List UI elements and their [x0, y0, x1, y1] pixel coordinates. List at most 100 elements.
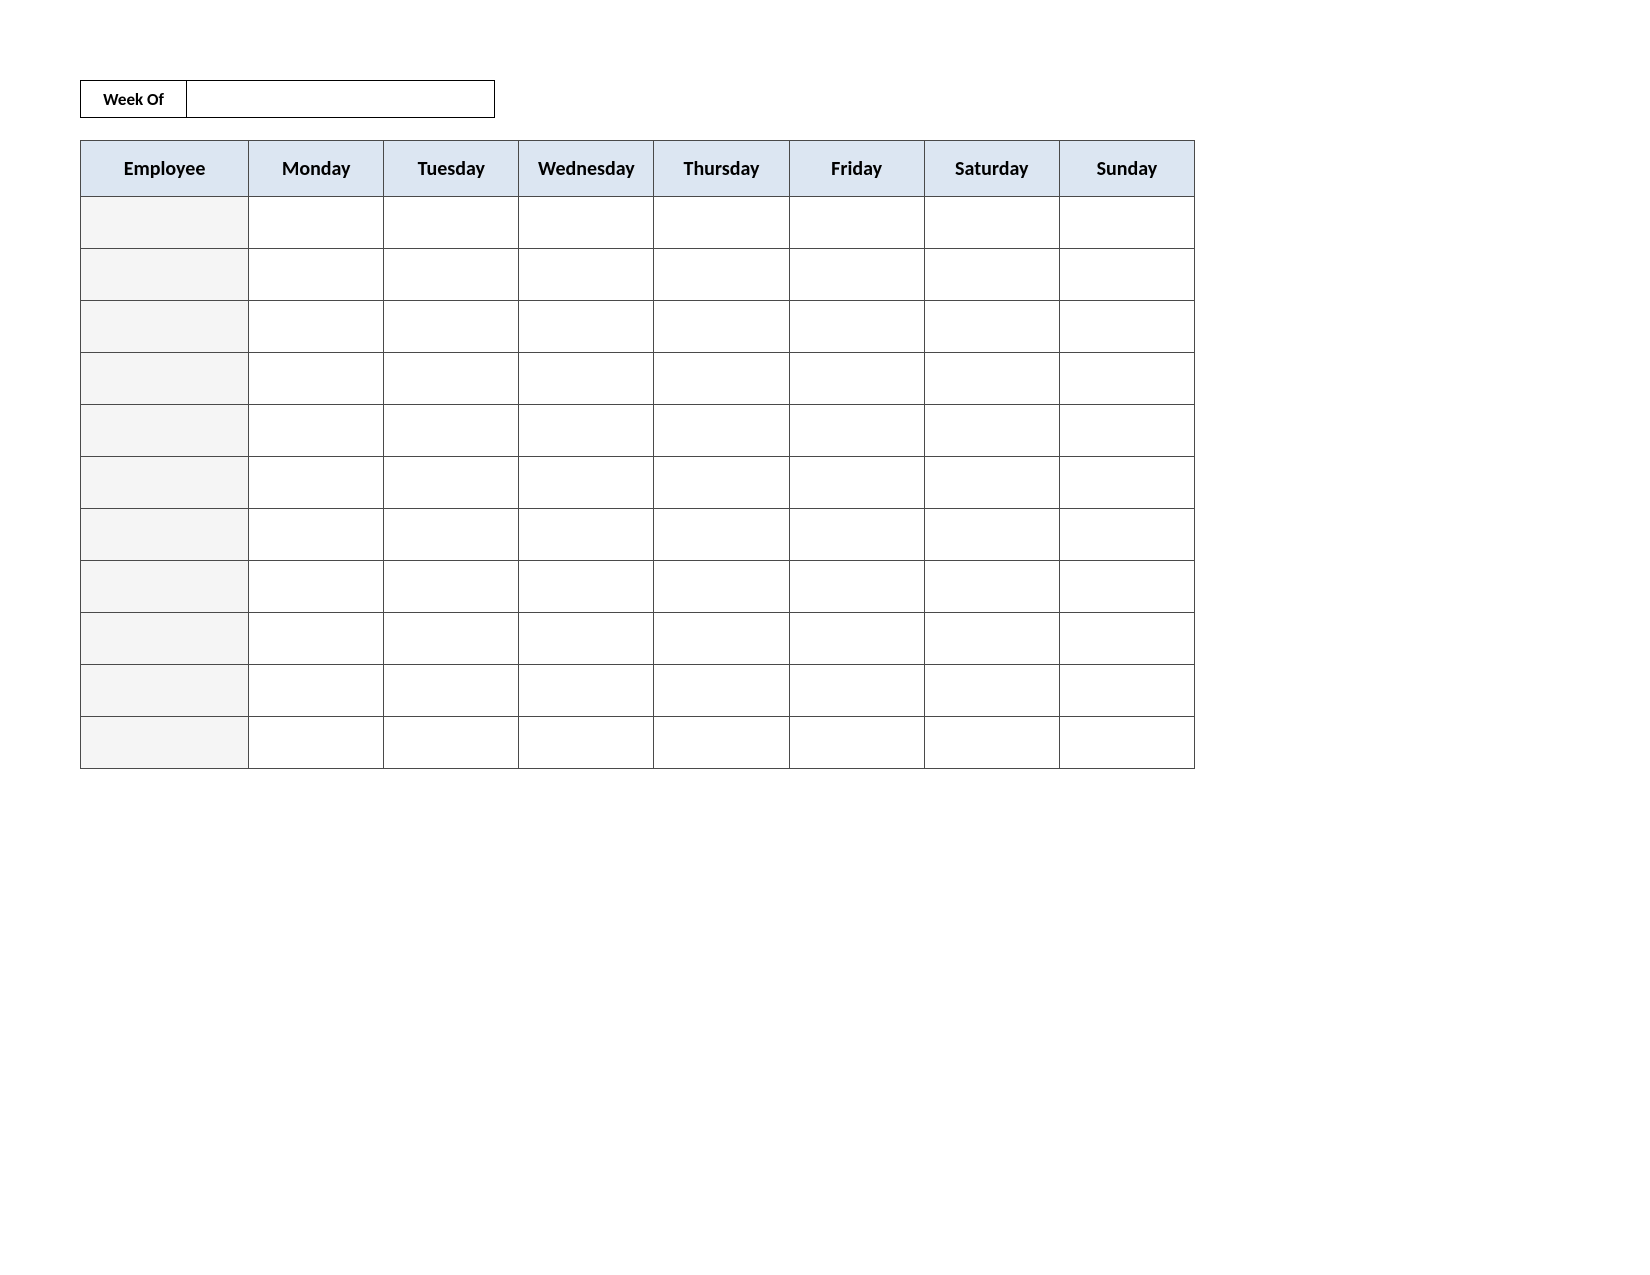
day-cell[interactable]	[249, 509, 384, 561]
day-cell[interactable]	[519, 717, 654, 769]
day-cell[interactable]	[789, 405, 924, 457]
day-cell[interactable]	[384, 613, 519, 665]
day-cell[interactable]	[1059, 197, 1194, 249]
employee-cell[interactable]	[81, 561, 249, 613]
schedule-table: Employee Monday Tuesday Wednesday Thursd…	[80, 140, 1195, 769]
day-cell[interactable]	[1059, 613, 1194, 665]
day-cell[interactable]	[654, 665, 789, 717]
header-monday: Monday	[249, 141, 384, 197]
day-cell[interactable]	[924, 613, 1059, 665]
day-cell[interactable]	[789, 197, 924, 249]
employee-cell[interactable]	[81, 249, 249, 301]
day-cell[interactable]	[924, 249, 1059, 301]
day-cell[interactable]	[789, 249, 924, 301]
table-row	[81, 717, 1195, 769]
day-cell[interactable]	[1059, 301, 1194, 353]
day-cell[interactable]	[924, 353, 1059, 405]
day-cell[interactable]	[384, 353, 519, 405]
day-cell[interactable]	[519, 613, 654, 665]
day-cell[interactable]	[519, 301, 654, 353]
day-cell[interactable]	[1059, 405, 1194, 457]
day-cell[interactable]	[789, 717, 924, 769]
week-of-box: Week Of	[80, 80, 495, 118]
day-cell[interactable]	[249, 717, 384, 769]
day-cell[interactable]	[654, 561, 789, 613]
day-cell[interactable]	[789, 613, 924, 665]
day-cell[interactable]	[654, 249, 789, 301]
employee-cell[interactable]	[81, 613, 249, 665]
day-cell[interactable]	[519, 665, 654, 717]
day-cell[interactable]	[519, 405, 654, 457]
day-cell[interactable]	[519, 353, 654, 405]
day-cell[interactable]	[654, 613, 789, 665]
day-cell[interactable]	[654, 301, 789, 353]
table-row	[81, 613, 1195, 665]
day-cell[interactable]	[924, 405, 1059, 457]
day-cell[interactable]	[384, 405, 519, 457]
day-cell[interactable]	[1059, 717, 1194, 769]
employee-cell[interactable]	[81, 717, 249, 769]
day-cell[interactable]	[249, 249, 384, 301]
day-cell[interactable]	[924, 457, 1059, 509]
day-cell[interactable]	[384, 301, 519, 353]
day-cell[interactable]	[249, 301, 384, 353]
day-cell[interactable]	[789, 561, 924, 613]
day-cell[interactable]	[654, 509, 789, 561]
day-cell[interactable]	[249, 457, 384, 509]
day-cell[interactable]	[789, 665, 924, 717]
day-cell[interactable]	[1059, 665, 1194, 717]
day-cell[interactable]	[249, 405, 384, 457]
employee-cell[interactable]	[81, 405, 249, 457]
day-cell[interactable]	[654, 405, 789, 457]
day-cell[interactable]	[1059, 249, 1194, 301]
table-row	[81, 509, 1195, 561]
day-cell[interactable]	[384, 717, 519, 769]
day-cell[interactable]	[249, 613, 384, 665]
day-cell[interactable]	[924, 561, 1059, 613]
day-cell[interactable]	[384, 509, 519, 561]
header-tuesday: Tuesday	[384, 141, 519, 197]
day-cell[interactable]	[654, 717, 789, 769]
employee-cell[interactable]	[81, 301, 249, 353]
table-row	[81, 457, 1195, 509]
day-cell[interactable]	[249, 665, 384, 717]
day-cell[interactable]	[519, 509, 654, 561]
day-cell[interactable]	[924, 301, 1059, 353]
header-thursday: Thursday	[654, 141, 789, 197]
day-cell[interactable]	[249, 353, 384, 405]
day-cell[interactable]	[384, 457, 519, 509]
day-cell[interactable]	[789, 353, 924, 405]
day-cell[interactable]	[1059, 457, 1194, 509]
day-cell[interactable]	[1059, 353, 1194, 405]
employee-cell[interactable]	[81, 457, 249, 509]
day-cell[interactable]	[384, 197, 519, 249]
employee-cell[interactable]	[81, 665, 249, 717]
week-of-label: Week Of	[81, 81, 187, 117]
day-cell[interactable]	[249, 197, 384, 249]
employee-cell[interactable]	[81, 509, 249, 561]
day-cell[interactable]	[384, 665, 519, 717]
day-cell[interactable]	[384, 561, 519, 613]
day-cell[interactable]	[1059, 561, 1194, 613]
day-cell[interactable]	[519, 561, 654, 613]
day-cell[interactable]	[654, 197, 789, 249]
day-cell[interactable]	[789, 457, 924, 509]
day-cell[interactable]	[924, 717, 1059, 769]
week-of-value[interactable]	[187, 81, 494, 117]
day-cell[interactable]	[519, 457, 654, 509]
day-cell[interactable]	[789, 509, 924, 561]
day-cell[interactable]	[924, 509, 1059, 561]
day-cell[interactable]	[654, 457, 789, 509]
day-cell[interactable]	[654, 353, 789, 405]
employee-cell[interactable]	[81, 197, 249, 249]
day-cell[interactable]	[1059, 509, 1194, 561]
day-cell[interactable]	[924, 197, 1059, 249]
day-cell[interactable]	[519, 249, 654, 301]
day-cell[interactable]	[924, 665, 1059, 717]
header-employee: Employee	[81, 141, 249, 197]
day-cell[interactable]	[789, 301, 924, 353]
day-cell[interactable]	[519, 197, 654, 249]
day-cell[interactable]	[249, 561, 384, 613]
day-cell[interactable]	[384, 249, 519, 301]
employee-cell[interactable]	[81, 353, 249, 405]
